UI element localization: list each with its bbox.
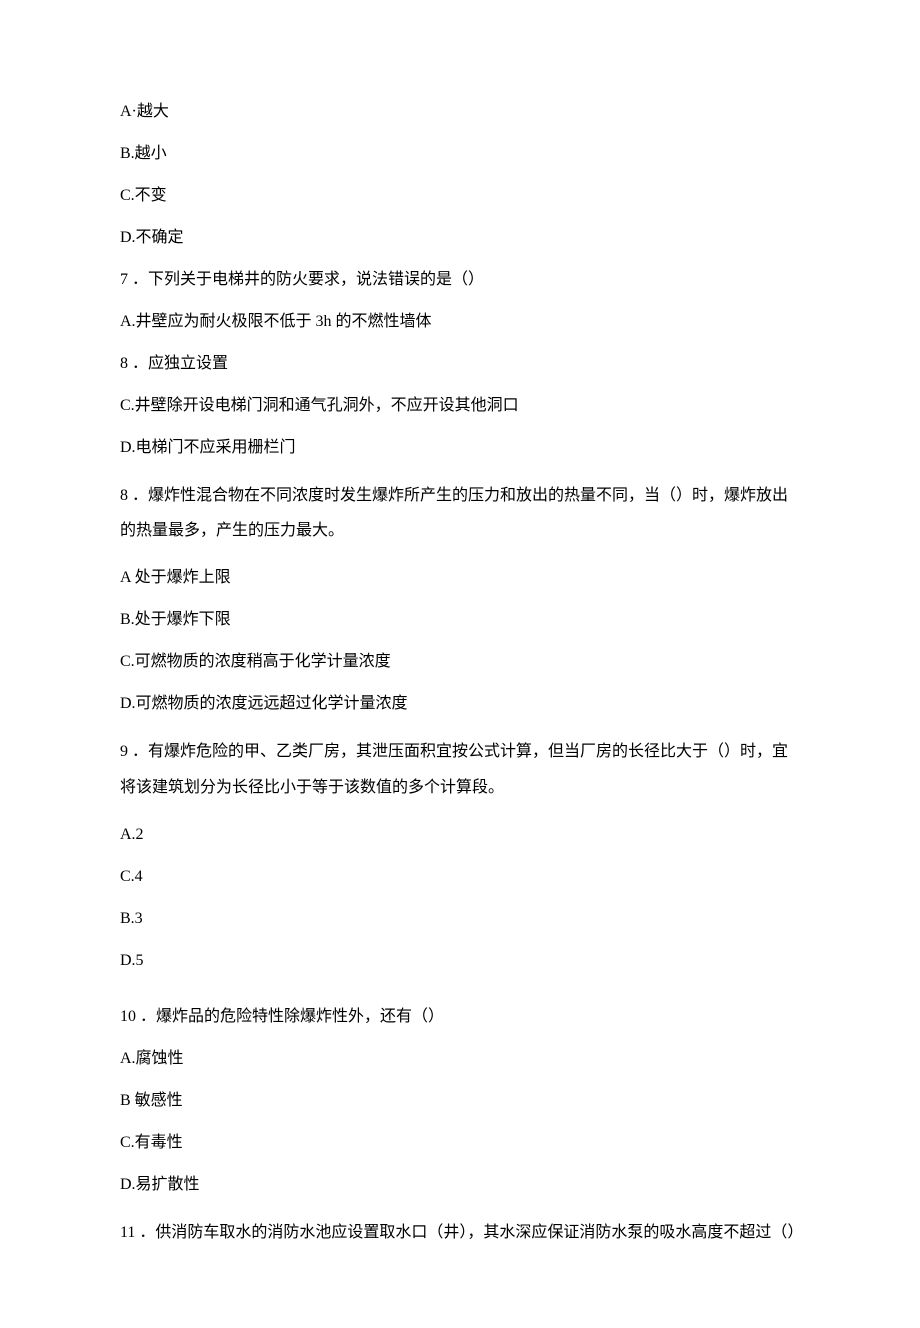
option-text: A·越大	[120, 100, 800, 124]
option-text: C.可燃物质的浓度稍高于化学计量浓度	[120, 650, 800, 674]
option-text: A.井壁应为耐火极限不低于 3h 的不燃性墙体	[120, 310, 800, 334]
option-text: A.2	[120, 823, 800, 847]
spacer	[120, 991, 800, 1005]
question-text: 9 ．有爆炸危险的甲、乙类厂房，其泄压面积宜按公式计算，但当厂房的长径比大于（）…	[120, 734, 800, 804]
option-text: A.腐蚀性	[120, 1047, 800, 1071]
option-text: B 敏感性	[120, 1089, 800, 1113]
option-text: D.5	[120, 949, 800, 973]
option-text: C.4	[120, 865, 800, 889]
option-text: 8 ．应独立设置	[120, 352, 800, 376]
question-text: 8 ．爆炸性混合物在不同浓度时发生爆炸所产生的压力和放出的热量不同，当（）时，爆…	[120, 478, 800, 548]
option-text: B.3	[120, 907, 800, 931]
question-text: 11 ．供消防车取水的消防水池应设置取水口（井），其水深应保证消防水泵的吸水高度…	[120, 1215, 800, 1250]
question-text: 7 ．下列关于电梯井的防火要求，说法错误的是（）	[120, 268, 800, 292]
question-text: 10 ．爆炸品的危险特性除爆炸性外，还有（）	[120, 1005, 800, 1029]
document-page: A·越大 B.越小 C.不变 D.不确定 7 ．下列关于电梯井的防火要求，说法错…	[0, 0, 920, 1328]
option-text: D.不确定	[120, 226, 800, 250]
option-text: D.易扩散性	[120, 1173, 800, 1197]
option-text: C.不变	[120, 184, 800, 208]
option-text: D.电梯门不应采用栅栏门	[120, 436, 800, 460]
option-text: B.处于爆炸下限	[120, 608, 800, 632]
option-text: A 处于爆炸上限	[120, 566, 800, 590]
option-text: B.越小	[120, 142, 800, 166]
option-text: D.可燃物质的浓度远远超过化学计量浓度	[120, 692, 800, 716]
option-text: C.井壁除开设电梯门洞和通气孔洞外，不应开设其他洞口	[120, 394, 800, 418]
option-text: C.有毒性	[120, 1131, 800, 1155]
